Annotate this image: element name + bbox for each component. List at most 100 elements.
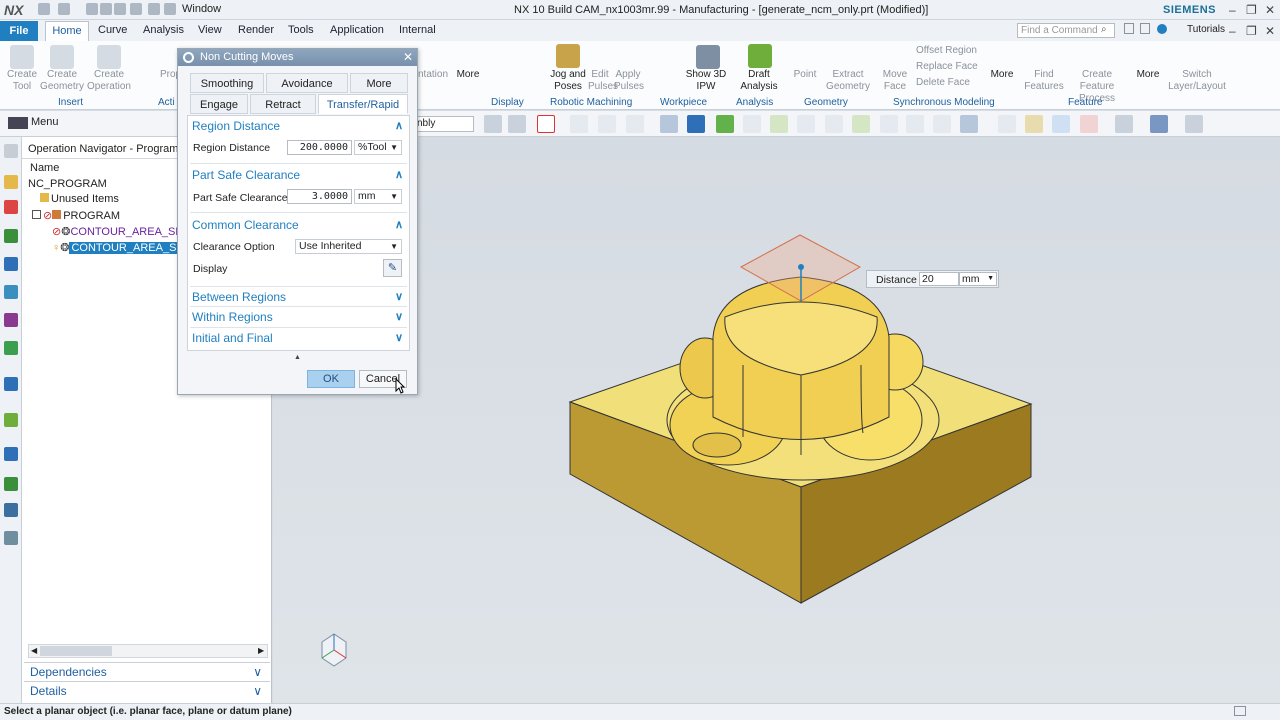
copy-icon[interactable] <box>100 3 112 15</box>
drag-handle[interactable] <box>798 264 804 270</box>
part-safe-clearance-input[interactable]: 3.0000 <box>287 189 352 204</box>
section-within-regions[interactable]: Within Regions <box>192 310 273 324</box>
view-zoom-icon[interactable] <box>960 115 978 133</box>
palettes-icon[interactable] <box>4 341 18 355</box>
status-bar-icon[interactable] <box>1234 706 1246 716</box>
section-icon[interactable] <box>1080 115 1098 133</box>
column-header-name[interactable]: Name <box>30 162 59 174</box>
zoom-icon[interactable] <box>1025 115 1043 133</box>
tree-item-nc-program[interactable]: NC_PROGRAM <box>28 178 107 190</box>
chevron-up-icon[interactable]: ∧ <box>395 168 403 181</box>
point-button[interactable]: Point <box>790 69 820 81</box>
part-model[interactable] <box>273 137 1280 703</box>
create-tool-button[interactable]: Create Tool <box>0 69 44 93</box>
operation-navigator-icon[interactable] <box>4 200 18 214</box>
chevron-down-icon[interactable]: ∨ <box>395 290 403 303</box>
tab-retract[interactable]: Retract <box>250 94 316 114</box>
tab-analysis[interactable]: Analysis <box>143 24 184 36</box>
deselect-icon[interactable] <box>598 115 616 133</box>
process-studio-icon[interactable] <box>4 477 18 491</box>
machine-navigator-icon[interactable] <box>4 229 18 243</box>
render-style-icon[interactable] <box>1115 115 1133 133</box>
tree-item-program[interactable]: ⊘ PROGRAM <box>32 209 120 222</box>
find-features-button[interactable]: Find Features <box>1024 69 1064 93</box>
system-materials-icon[interactable] <box>4 413 18 427</box>
fit-icon[interactable] <box>998 115 1016 133</box>
extract-geometry-button[interactable]: Extract Geometry <box>826 69 870 93</box>
details-panel[interactable]: Details ∨ <box>24 681 270 700</box>
layout-icon[interactable] <box>1124 23 1134 34</box>
crosshair-icon[interactable] <box>906 115 924 133</box>
paste-icon[interactable] <box>114 3 126 15</box>
roles-icon[interactable] <box>4 503 18 517</box>
scroll-left-icon[interactable]: ◀ <box>31 646 37 655</box>
settings-icon[interactable] <box>4 144 18 158</box>
create-geometry-button[interactable]: Create Geometry <box>40 69 84 93</box>
dependencies-panel[interactable]: Dependencies ∨ <box>24 662 270 681</box>
hd3d-icon[interactable] <box>4 285 18 299</box>
apply-pulses-button[interactable]: Apply Pulses <box>614 69 644 93</box>
tab-application[interactable]: Application <box>330 24 384 36</box>
ribbon-restore-button[interactable]: ❐ <box>1246 24 1257 38</box>
collapse-arrow-icon[interactable]: ▲ <box>294 354 301 361</box>
minimize-button[interactable]: – <box>1229 3 1236 17</box>
distance-unit-dropdown[interactable]: mm ▼ <box>959 272 997 286</box>
clock-icon[interactable] <box>4 447 18 461</box>
section-part-safe-clearance[interactable]: Part Safe Clearance <box>192 168 300 182</box>
cut-icon[interactable] <box>86 3 98 15</box>
chevron-up-icon[interactable]: ∧ <box>395 119 403 132</box>
selection-scope-dropdown[interactable]: nbly <box>414 116 474 132</box>
create-operation-button[interactable]: Create Operation <box>84 69 134 93</box>
close-button[interactable]: ✕ <box>1265 3 1275 17</box>
rotate-view-icon[interactable] <box>1052 115 1070 133</box>
snap-icon[interactable] <box>537 115 555 133</box>
region-distance-input[interactable]: 200.0000 <box>287 140 352 155</box>
tab-internal[interactable]: Internal <box>399 24 436 36</box>
clearance-option-dropdown[interactable]: Use Inherited ▼ <box>295 239 402 254</box>
jog-and-poses-button[interactable]: Jog and Poses <box>548 69 588 93</box>
tab-engage[interactable]: Engage <box>190 94 248 114</box>
chevron-down-icon[interactable]: ∨ <box>395 331 403 344</box>
restore-button[interactable]: ❐ <box>1246 3 1257 17</box>
measure-icon[interactable] <box>933 115 951 133</box>
part-safe-unit-dropdown[interactable]: mm ▼ <box>354 189 402 204</box>
window-menu[interactable]: Window <box>182 3 221 15</box>
part-navigator-icon[interactable] <box>4 175 18 189</box>
quadrant-icon[interactable] <box>880 115 898 133</box>
file-tab[interactable]: File <box>0 21 38 41</box>
arc-center-icon[interactable] <box>825 115 843 133</box>
region-distance-unit-dropdown[interactable]: %Tool ▼ <box>354 140 402 155</box>
switch-layer-button[interactable]: Switch Layer/Layout <box>1168 69 1226 93</box>
touch-mode-icon[interactable] <box>148 3 160 15</box>
tab-view[interactable]: View <box>198 24 222 36</box>
tab-home[interactable]: Home <box>45 21 89 41</box>
snap-point-icon[interactable] <box>716 115 734 133</box>
move-face-button[interactable]: Move Face <box>880 69 910 93</box>
display-flashlight-icon[interactable]: ✎ <box>383 259 402 277</box>
draft-analysis-button[interactable]: Draft Analysis <box>736 69 782 93</box>
dialog-close-button[interactable]: ✕ <box>403 50 413 64</box>
tab-render[interactable]: Render <box>238 24 274 36</box>
tangent-icon[interactable] <box>797 115 815 133</box>
tab-transfer-rapid[interactable]: Transfer/Rapid <box>318 94 408 114</box>
undo-icon[interactable] <box>58 3 70 15</box>
section-common-clearance[interactable]: Common Clearance <box>192 218 299 232</box>
replace-face-button[interactable]: Replace Face <box>916 61 988 73</box>
tab-avoidance[interactable]: Avoidance <box>266 73 348 93</box>
distance-input[interactable]: 20 <box>919 272 959 286</box>
tab-tools[interactable]: Tools <box>288 24 314 36</box>
show-3d-ipw-button[interactable]: Show 3D IPW <box>684 69 728 93</box>
section-initial-and-final[interactable]: Initial and Final <box>192 331 273 345</box>
rotate-icon[interactable] <box>570 115 588 133</box>
chevron-up-icon[interactable]: ∧ <box>395 218 403 231</box>
more-tools-icon[interactable] <box>1185 115 1203 133</box>
system-scenes-icon[interactable] <box>4 531 18 545</box>
scroll-right-icon[interactable]: ▶ <box>258 646 264 655</box>
select-all-icon[interactable] <box>484 115 502 133</box>
search-icon[interactable]: ⌕ <box>1101 24 1107 35</box>
repeat-icon[interactable] <box>130 3 142 15</box>
web-browser-icon[interactable] <box>4 313 18 327</box>
tutorials-dropdown[interactable]: Tutorials <box>1187 24 1225 35</box>
orientation-button[interactable]: ntation <box>418 69 448 81</box>
filter-icon[interactable] <box>508 115 526 133</box>
